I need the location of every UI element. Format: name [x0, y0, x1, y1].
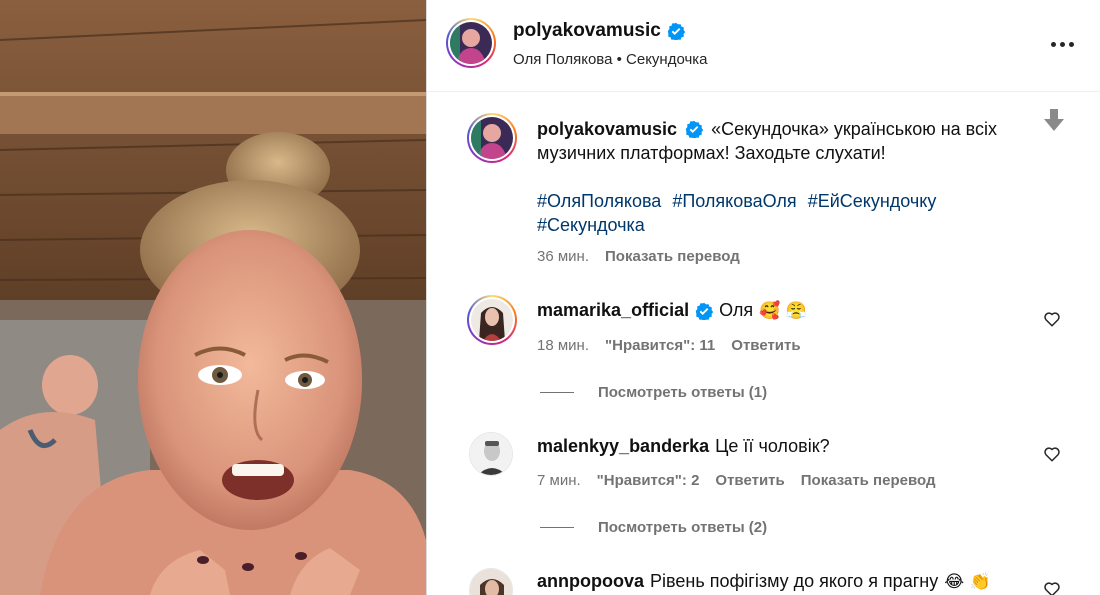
commenter-avatar[interactable] [469, 568, 513, 595]
caption: polyakovamusic «Секундочка» українською … [537, 117, 1027, 165]
audio-subtitle[interactable]: Оля Полякова • Секундочка [513, 51, 708, 68]
comment-text: Це її чоловік? [715, 436, 830, 456]
caption-author-avatar[interactable] [467, 113, 517, 163]
comment-username[interactable]: malenkyy_banderka [537, 436, 709, 457]
commenter-avatar-image [470, 569, 512, 595]
heart-icon[interactable] [1043, 580, 1061, 595]
verified-badge-icon [685, 120, 704, 138]
replies-divider [540, 527, 574, 528]
author-avatar-image [450, 22, 492, 64]
more-options-icon[interactable] [1051, 34, 1077, 54]
view-replies-button[interactable]: Посмотреть ответы (2) [540, 519, 767, 536]
caption-username[interactable]: polyakovamusic [537, 119, 677, 139]
caption-meta: 36 мин. Показать перевод [537, 248, 740, 265]
show-translation-link[interactable]: Показать перевод [801, 472, 936, 489]
comment-username[interactable]: mamarika_official [537, 300, 689, 321]
post-details-panel: polyakovamusic Оля Полякова • Секундочка… [427, 0, 1100, 595]
comment-emojis: 🥰 😤 [759, 300, 807, 321]
comment-meta: 7 мин. "Нравится": 2 Ответить Показать п… [537, 472, 935, 489]
caption-hashtags: #ОляПолякова #ПоляковаОля #ЕйСекундочку … [537, 189, 1007, 237]
commenter-avatar[interactable] [467, 295, 517, 345]
view-replies-label: Посмотреть ответы (2) [598, 519, 768, 536]
replies-divider [540, 392, 574, 393]
verified-badge-icon [695, 302, 714, 320]
heart-icon[interactable] [1043, 445, 1061, 463]
commenter-avatar[interactable] [469, 432, 513, 476]
view-replies-button[interactable]: Посмотреть ответы (1) [540, 384, 767, 401]
comment-body: mamarika_official Оля 🥰 😤 [537, 300, 807, 321]
hashtag-link[interactable]: #Секундочка [537, 215, 645, 235]
view-replies-label: Посмотреть ответы (1) [598, 384, 768, 401]
comment-likes[interactable]: "Нравится": 11 [605, 337, 715, 354]
translate-icon[interactable] [1039, 106, 1069, 134]
reply-button[interactable]: Ответить [715, 472, 784, 489]
caption-avatar-image [471, 117, 513, 159]
reply-button[interactable]: Ответить [731, 337, 800, 354]
caption-time[interactable]: 36 мин. [537, 248, 589, 265]
comment-text: Оля [719, 300, 754, 320]
commenter-avatar-image [471, 299, 513, 341]
comment-likes[interactable]: "Нравится": 2 [597, 472, 700, 489]
hashtag-link[interactable]: #ПоляковаОля [672, 191, 796, 211]
hashtag-link[interactable]: #ЕйСекундочку [808, 191, 937, 211]
verified-badge-icon [667, 22, 685, 40]
post-photo [0, 0, 426, 595]
comment-text: Рівень пофігізму до якого я прагну [650, 571, 939, 591]
comment-time[interactable]: 18 мин. [537, 337, 589, 354]
comment-meta: 18 мин. "Нравится": 11 Ответить [537, 337, 801, 354]
comment-body: annpopoova Рівень пофігізму до якого я п… [537, 571, 991, 592]
comment-body: malenkyy_banderka Це її чоловік? [537, 436, 830, 457]
comment-username[interactable]: annpopoova [537, 571, 644, 592]
comment-time[interactable]: 7 мин. [537, 472, 581, 489]
show-translation-link[interactable]: Показать перевод [605, 248, 740, 265]
author-avatar[interactable] [446, 18, 496, 68]
author-username-row[interactable]: polyakovamusic [513, 20, 685, 42]
comment-emojis: 😂 👏 [944, 571, 991, 592]
hashtag-link[interactable]: #ОляПолякова [537, 191, 661, 211]
commenter-avatar-image [470, 433, 512, 475]
post-media[interactable] [0, 0, 426, 595]
post-header: polyakovamusic Оля Полякова • Секундочка [427, 0, 1100, 92]
author-username[interactable]: polyakovamusic [513, 20, 661, 42]
heart-icon[interactable] [1043, 310, 1061, 328]
